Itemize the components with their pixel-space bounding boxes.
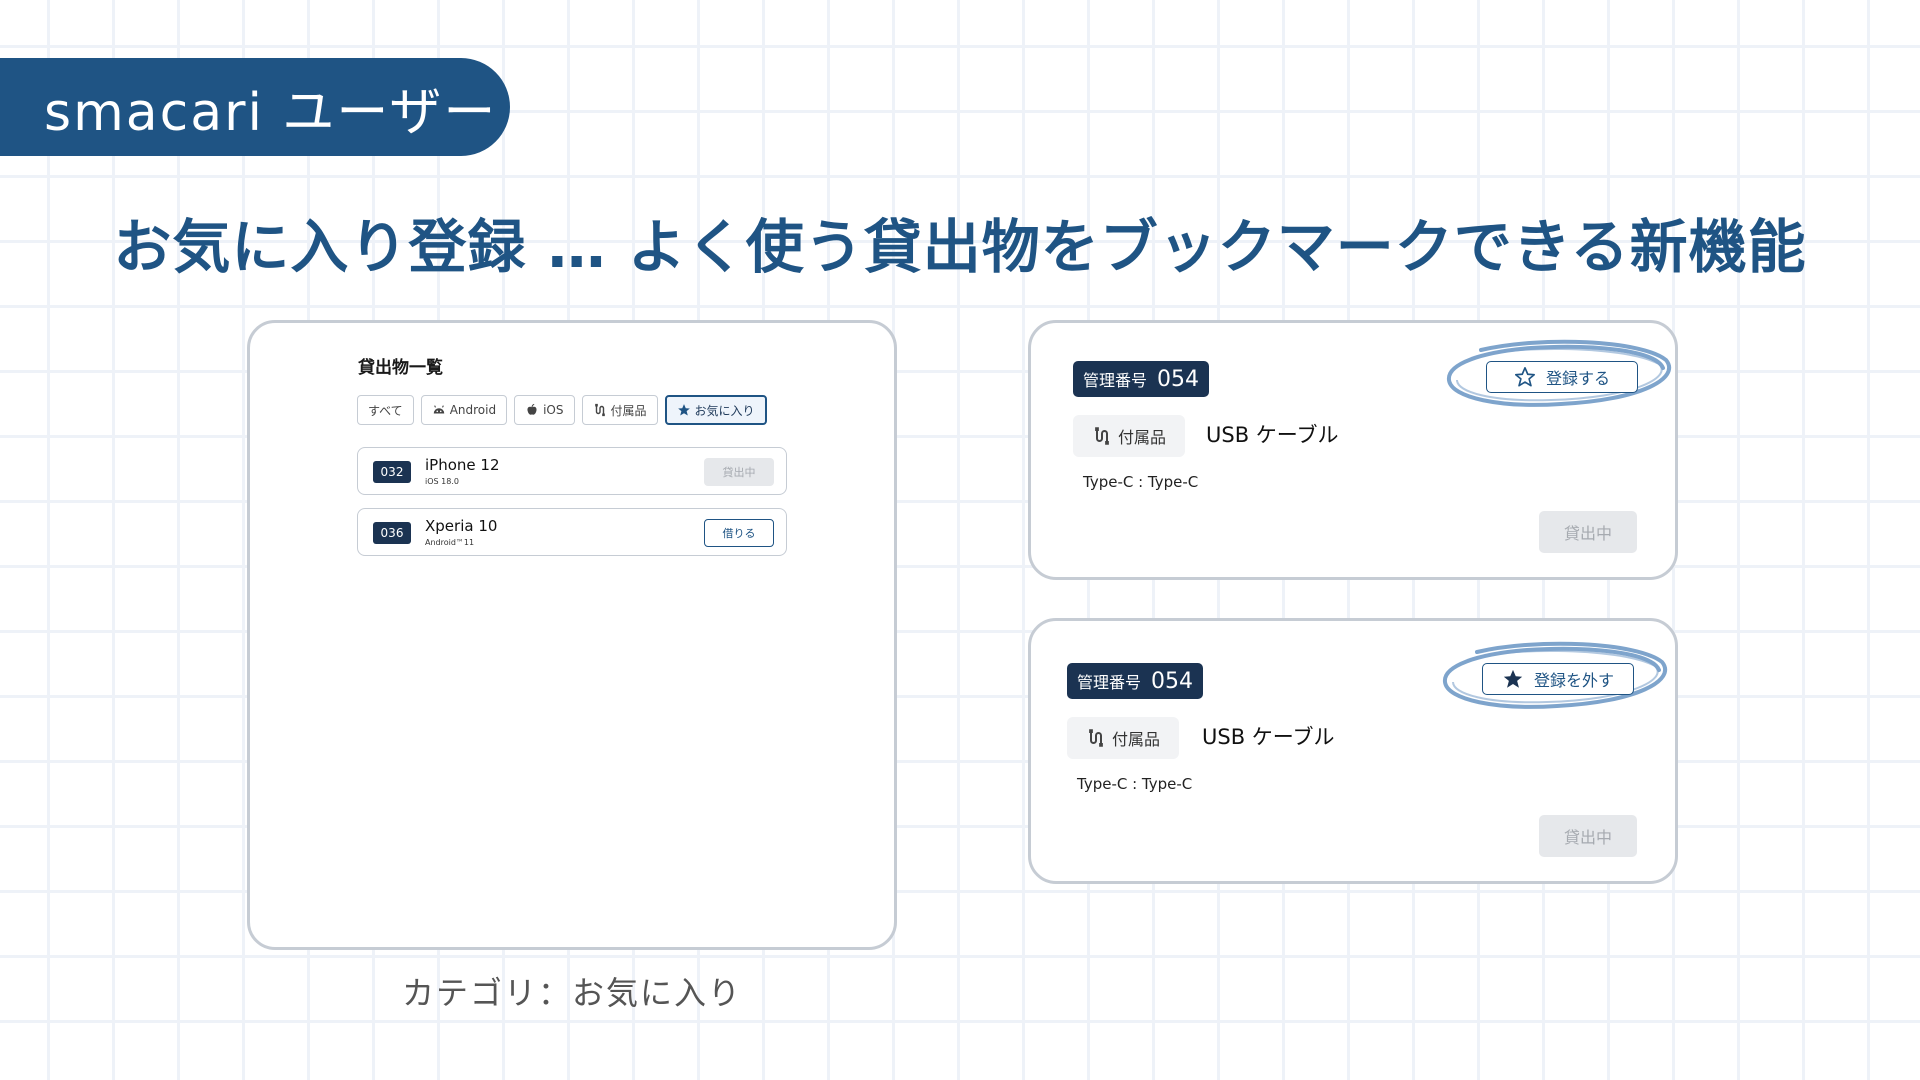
item-id-badge: 036 bbox=[373, 522, 411, 544]
item-card-register: 管理番号 054 付属品 USB ケーブル Type-C : Type-C 貸出… bbox=[1028, 320, 1678, 580]
cable-icon bbox=[594, 403, 605, 417]
favorite-button-label: 登録する bbox=[1545, 369, 1610, 388]
item-name: USB ケーブル bbox=[1206, 423, 1339, 447]
tab-favorites[interactable]: お気に入り bbox=[664, 395, 767, 425]
status-button-lent: 貸出中 bbox=[1539, 815, 1637, 857]
star-filled-icon bbox=[1503, 669, 1523, 688]
management-number-badge: 管理番号 054 bbox=[1073, 361, 1210, 397]
category-label: 付属品 bbox=[1117, 428, 1166, 447]
tab-android[interactable]: Android bbox=[420, 395, 508, 425]
management-label: 管理番号 bbox=[1083, 371, 1148, 390]
management-number-badge: 管理番号 054 bbox=[1067, 663, 1204, 699]
status-button-lent: 貸出中 bbox=[1539, 511, 1637, 553]
cable-icon bbox=[1095, 427, 1109, 445]
user-badge: smacari ユーザー bbox=[0, 58, 510, 156]
android-icon bbox=[433, 405, 444, 414]
tab-accessories[interactable]: 付属品 bbox=[581, 395, 658, 425]
tab-label: Android bbox=[449, 403, 497, 417]
tab-label: 付属品 bbox=[610, 403, 647, 418]
list-item[interactable]: 032 iPhone 12 iOS 18.0 貸出中 bbox=[357, 447, 787, 495]
headline: お気に入り登録 … よく使う貸出物をブックマークできる新機能 bbox=[113, 213, 1807, 281]
panel-caption: カテゴリ：お気に入り bbox=[401, 974, 742, 1012]
list-panel: 貸出物一覧 すべて Android iOS 付属品 お気に入り 032 iPho… bbox=[247, 320, 897, 950]
item-os-version: Android™11 bbox=[425, 538, 475, 547]
star-outline-icon bbox=[1514, 367, 1535, 387]
category-tabs: すべて Android iOS 付属品 お気に入り bbox=[357, 395, 767, 425]
management-number: 054 bbox=[1157, 366, 1200, 392]
item-card-unregister: 管理番号 054 付属品 USB ケーブル Type-C : Type-C 貸出… bbox=[1028, 618, 1678, 884]
star-filled-icon bbox=[677, 404, 690, 416]
item-spec: Type-C : Type-C bbox=[1083, 473, 1199, 491]
category-chip: 付属品 bbox=[1073, 415, 1185, 457]
tab-ios[interactable]: iOS bbox=[514, 395, 575, 425]
category-label: 付属品 bbox=[1111, 730, 1160, 749]
tab-all[interactable]: すべて bbox=[357, 395, 414, 425]
borrow-button[interactable]: 借りる bbox=[704, 519, 774, 547]
item-name: iPhone 12 bbox=[425, 456, 500, 474]
list-title: 貸出物一覧 bbox=[358, 358, 443, 378]
category-chip: 付属品 bbox=[1067, 717, 1179, 759]
item-spec: Type-C : Type-C bbox=[1077, 775, 1193, 793]
cable-icon bbox=[1089, 729, 1103, 747]
management-label: 管理番号 bbox=[1077, 673, 1142, 692]
list-item[interactable]: 036 Xperia 10 Android™11 借りる bbox=[357, 508, 787, 556]
status-button-lent: 貸出中 bbox=[704, 458, 774, 486]
item-name: Xperia 10 bbox=[425, 517, 498, 535]
management-number: 054 bbox=[1151, 668, 1194, 694]
tab-label: iOS bbox=[543, 403, 564, 417]
item-id-badge: 032 bbox=[373, 461, 411, 483]
item-name: USB ケーブル bbox=[1202, 725, 1335, 749]
item-os-version: iOS 18.0 bbox=[425, 477, 459, 486]
user-badge-text: smacari ユーザー bbox=[44, 82, 498, 143]
tab-label: すべて bbox=[368, 403, 403, 418]
apple-icon bbox=[527, 403, 537, 415]
remove-favorite-button[interactable]: 登録を外す bbox=[1482, 663, 1634, 695]
register-favorite-button[interactable]: 登録する bbox=[1486, 361, 1638, 393]
tab-label: お気に入り bbox=[694, 403, 755, 418]
favorite-button-label: 登録を外す bbox=[1533, 671, 1614, 690]
